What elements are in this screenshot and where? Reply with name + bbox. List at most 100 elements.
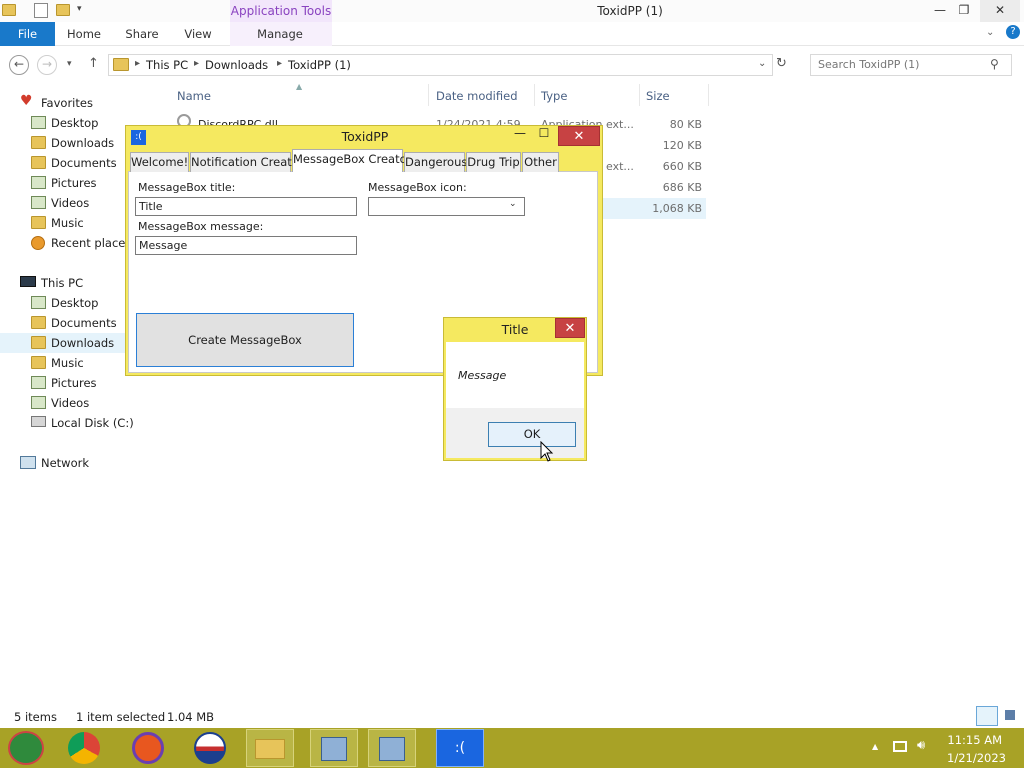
toxidpp-close-button[interactable]: ✕: [558, 126, 600, 146]
breadcrumb-this-pc[interactable]: This PC: [146, 58, 188, 72]
details-view-icon[interactable]: [976, 706, 998, 726]
properties-icon[interactable]: [34, 3, 48, 18]
explorer-title-bar: [0, 0, 1024, 22]
chrome-icon[interactable]: [68, 732, 100, 764]
minimize-button[interactable]: —: [930, 0, 950, 22]
messagebox-message: Message: [458, 369, 507, 382]
ribbon-expand-icon[interactable]: ⌄: [986, 27, 994, 38]
status-selection: 1 item selected: [76, 710, 166, 724]
taskbar-toxidpp[interactable]: :(: [436, 729, 484, 767]
window-title: ToxidPP (1): [597, 4, 663, 18]
refresh-icon[interactable]: ↻: [776, 56, 787, 71]
nav-label: Pictures: [51, 376, 97, 390]
folder-icon: [2, 4, 16, 16]
file-explorer-icon: [255, 739, 285, 759]
nav-thispc-pictures[interactable]: Pictures: [0, 373, 157, 393]
chevron-down-icon[interactable]: ⌄: [509, 199, 517, 209]
tab-welcome[interactable]: Welcome!: [130, 152, 189, 172]
documents-folder-icon: [31, 316, 46, 329]
column-type[interactable]: Type: [541, 89, 567, 103]
desktop-icon: [31, 296, 46, 309]
column-divider[interactable]: [428, 84, 429, 106]
file-size: 1,068 KB: [652, 202, 702, 215]
network-tray-icon[interactable]: [893, 741, 907, 752]
file-size: 120 KB: [662, 139, 702, 152]
ok-button[interactable]: OK: [488, 422, 576, 447]
search-icon[interactable]: ⚲: [990, 57, 999, 71]
nav-label: Local Disk (C:): [51, 416, 134, 430]
column-size[interactable]: Size: [646, 89, 670, 103]
new-folder-icon[interactable]: [56, 4, 70, 16]
quick-access-dropdown-icon[interactable]: ▾: [77, 4, 82, 14]
firefox-icon[interactable]: [132, 732, 164, 764]
forward-button[interactable]: →: [37, 55, 57, 75]
documents-folder-icon: [31, 156, 46, 169]
messagebox-close-button[interactable]: ✕: [555, 318, 585, 338]
column-divider[interactable]: [708, 84, 709, 106]
breadcrumb-downloads[interactable]: Downloads: [205, 58, 268, 72]
breadcrumb-toxidpp[interactable]: ToxidPP (1): [288, 58, 351, 72]
taskbar-installer-1[interactable]: [310, 729, 358, 767]
tab-file[interactable]: File: [0, 22, 55, 46]
tile-glyph: [1005, 710, 1015, 720]
up-button[interactable]: ↑: [88, 56, 99, 71]
column-date-modified[interactable]: Date modified: [436, 89, 518, 103]
toxidpp-icon: :(: [454, 740, 466, 756]
tab-other[interactable]: Other: [522, 152, 559, 172]
show-hidden-icons[interactable]: ▲: [872, 742, 878, 751]
nav-label: Desktop: [51, 296, 99, 310]
help-icon[interactable]: ?: [1006, 25, 1020, 39]
tab-home[interactable]: Home: [62, 22, 106, 46]
nav-label: Favorites: [41, 96, 93, 110]
address-dropdown-icon[interactable]: ⌄: [758, 58, 766, 69]
nav-thispc-local-disk[interactable]: Local Disk (C:): [0, 413, 157, 433]
tab-share[interactable]: Share: [120, 22, 164, 46]
tab-view[interactable]: View: [178, 22, 218, 46]
taskbar-file-explorer[interactable]: [246, 729, 294, 767]
sort-ascending-icon: ▲: [296, 82, 303, 91]
file-size: 660 KB: [662, 160, 702, 173]
column-name[interactable]: Name: [177, 89, 211, 103]
column-divider[interactable]: [639, 84, 640, 106]
start-icon[interactable]: [8, 731, 44, 765]
nav-favorites[interactable]: ♥ Favorites: [0, 93, 157, 113]
videos-icon: [31, 396, 46, 409]
nav-thispc-videos[interactable]: Videos: [0, 393, 157, 413]
toxidpp-maximize-button[interactable]: ☐: [536, 126, 552, 140]
volume-icon[interactable]: 🔊︎: [917, 738, 925, 753]
messagebox-icon-select[interactable]: [368, 197, 525, 216]
nav-network[interactable]: Network: [0, 453, 157, 473]
create-messagebox-button[interactable]: Create MessageBox: [136, 313, 354, 367]
back-button[interactable]: ←: [9, 55, 29, 75]
file-size: 80 KB: [669, 118, 702, 131]
downloads-folder-icon: [31, 336, 46, 349]
messagebox-message-input[interactable]: Message: [135, 236, 357, 255]
tab-messagebox-creator[interactable]: MessageBox Creator: [292, 149, 411, 172]
toxidpp-minimize-button[interactable]: —: [512, 126, 528, 140]
breadcrumb-separator: ▸: [277, 58, 283, 69]
desktop-icon: [31, 116, 46, 129]
tab-notification-creator[interactable]: Notification Creator: [190, 152, 304, 172]
clock-time[interactable]: 11:15 AM: [930, 733, 1002, 747]
maximize-button[interactable]: ❐: [954, 0, 974, 22]
toxidpp-app-icon: :(: [131, 130, 146, 145]
context-tab-application-tools: Application Tools: [230, 0, 332, 22]
tab-drug-trip[interactable]: Drug Trip: [466, 152, 521, 172]
recent-locations-icon[interactable]: ▾: [67, 59, 72, 69]
status-item-count: 5 items: [14, 710, 57, 724]
nav-label: Music: [51, 356, 84, 370]
tab-dangerous[interactable]: Dangerous: [404, 152, 467, 172]
folder-icon: [113, 58, 129, 71]
large-icons-view-icon[interactable]: [1003, 706, 1019, 726]
breadcrumb-separator: ▸: [194, 58, 200, 69]
messagebox-title-input[interactable]: Title: [135, 197, 357, 216]
obama-icon[interactable]: [194, 732, 226, 764]
clock-date[interactable]: 1/21/2023: [930, 751, 1006, 765]
search-input[interactable]: Search ToxidPP (1): [818, 58, 919, 71]
close-button[interactable]: ✕: [980, 0, 1020, 22]
tab-manage[interactable]: Manage: [250, 22, 310, 46]
taskbar-installer-2[interactable]: [368, 729, 416, 767]
column-divider[interactable]: [534, 84, 535, 106]
nav-label: Documents: [51, 156, 117, 170]
drive-icon: [31, 416, 46, 427]
